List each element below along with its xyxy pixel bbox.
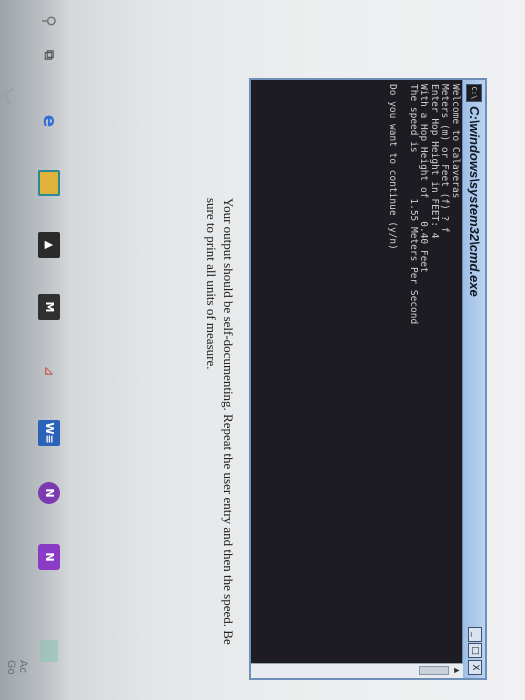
close-button[interactable]: X — [468, 660, 482, 675]
window-title: C:\windows\system32\cmd.exe — [467, 106, 482, 297]
maximize-button[interactable]: □ — [468, 643, 482, 658]
console-line: Meters (m) or Feet (f) ? f — [439, 84, 451, 233]
taskbar: ⚲ ⧉ e ▲ M ⊿ W≡ N N — [0, 0, 70, 700]
app-icon-secondary[interactable]: ⊿ — [38, 358, 60, 384]
watermark-line: Ac — [17, 660, 29, 673]
onenote-icon[interactable]: N — [38, 482, 60, 504]
word-icon[interactable]: W≡ — [38, 420, 60, 446]
task-view-icon[interactable]: ⧉ — [38, 42, 60, 68]
console-line: The speed is 1.55 Meters Per Second — [408, 84, 419, 325]
instruction-text: Your output should be self-documenting. … — [204, 198, 236, 645]
vertical-scrollbar[interactable]: ▲ — [251, 663, 463, 678]
onenote-app-icon[interactable]: N — [38, 544, 60, 570]
app-icon[interactable]: M — [38, 294, 60, 320]
console-line: Do you want to continue (y/n) — [387, 84, 398, 250]
title-bar[interactable]: C:\ C:\windows\system32\cmd.exe _ □ X — [462, 80, 485, 678]
screen: C:\ C:\windows\system32\cmd.exe _ □ X We… — [0, 0, 525, 700]
activate-windows-watermark: Ac Go — [5, 660, 29, 700]
cmd-icon: C:\ — [466, 84, 482, 102]
console-line: Welcome to Calaveras — [450, 84, 461, 199]
edge-icon[interactable]: e — [38, 108, 60, 134]
console-line: Enter Hop Height in FEET: 4 — [429, 84, 440, 239]
store-icon[interactable]: ▲ — [38, 232, 60, 258]
file-explorer-icon[interactable] — [38, 170, 60, 196]
console-line: With a Hop Height of 0.40 Feet — [418, 84, 430, 273]
minimize-button[interactable]: _ — [468, 627, 482, 642]
watermark-line: Go — [5, 660, 17, 675]
scroll-thumb[interactable] — [419, 666, 449, 675]
console-output[interactable]: Welcome to Calaveras Meters (m) or Feet … — [255, 84, 461, 660]
cmd-window[interactable]: C:\ C:\windows\system32\cmd.exe _ □ X We… — [249, 78, 487, 680]
search-icon[interactable]: ⚲ — [38, 8, 60, 34]
system-tray-icon[interactable] — [40, 640, 58, 662]
scroll-up-arrow-icon[interactable]: ▲ — [453, 666, 461, 675]
